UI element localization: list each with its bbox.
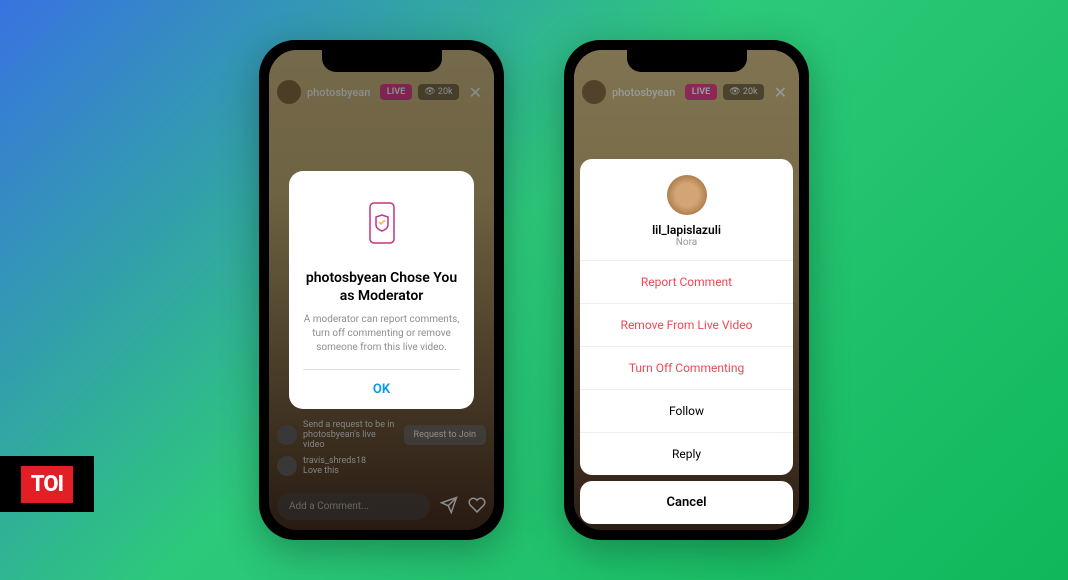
toi-logo-badge: TOI xyxy=(0,456,94,512)
phones-container: photosbyean LIVE 👁 20k ✕ Send a request … xyxy=(0,0,1068,580)
modal-title: photosbyean Chose You as Moderator xyxy=(303,269,460,305)
phone-notch xyxy=(627,50,747,72)
cancel-button[interactable]: Cancel xyxy=(580,481,793,524)
phone-screen-left: photosbyean LIVE 👁 20k ✕ Send a request … xyxy=(269,50,494,530)
modal-ok-button[interactable]: OK xyxy=(303,369,460,409)
toi-logo-text: TOI xyxy=(21,466,73,503)
sheet-header: lil_lapislazuli Nora xyxy=(580,159,793,261)
follow-button[interactable]: Follow xyxy=(580,390,793,433)
report-comment-button[interactable]: Report Comment xyxy=(580,261,793,304)
reply-button[interactable]: Reply xyxy=(580,433,793,475)
phone-left: photosbyean LIVE 👁 20k ✕ Send a request … xyxy=(259,40,504,540)
phone-right: photosbyean LIVE 👁 20k ✕ lil_lapislazuli… xyxy=(564,40,809,540)
remove-from-live-button[interactable]: Remove From Live Video xyxy=(580,304,793,347)
modal-overlay: photosbyean Chose You as Moderator A mod… xyxy=(269,50,494,530)
phone-notch xyxy=(322,50,442,72)
modal-description: A moderator can report comments, turn of… xyxy=(303,313,460,355)
sheet-display-name: Nora xyxy=(590,237,783,248)
action-sheet: lil_lapislazuli Nora Report Comment Remo… xyxy=(580,159,793,475)
phone-screen-right: photosbyean LIVE 👁 20k ✕ lil_lapislazuli… xyxy=(574,50,799,530)
user-avatar[interactable] xyxy=(667,175,707,215)
moderator-modal: photosbyean Chose You as Moderator A mod… xyxy=(289,171,474,409)
turn-off-commenting-button[interactable]: Turn Off Commenting xyxy=(580,347,793,390)
moderator-shield-icon xyxy=(303,199,460,255)
sheet-username: lil_lapislazuli xyxy=(590,223,783,237)
action-sheet-overlay: lil_lapislazuli Nora Report Comment Remo… xyxy=(574,50,799,530)
